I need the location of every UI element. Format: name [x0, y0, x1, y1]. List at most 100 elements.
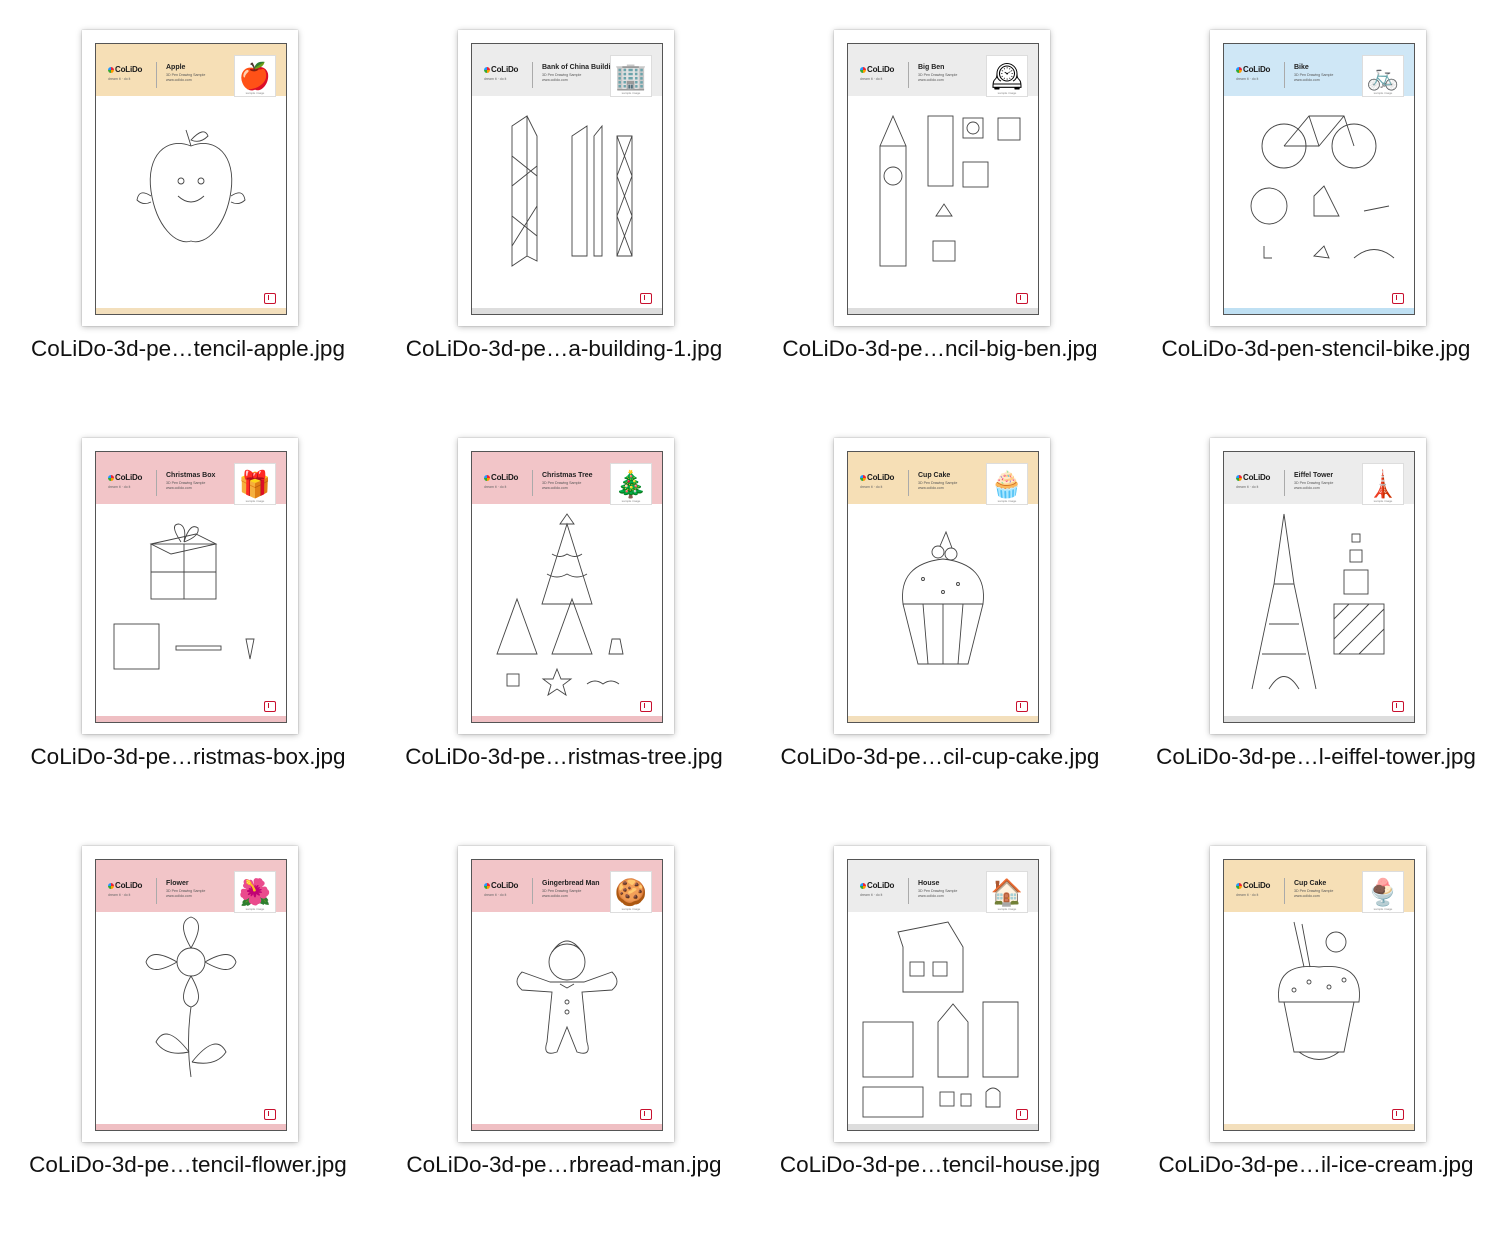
flower-icon: 🌺 sample image	[234, 871, 276, 913]
stencil-subtitle: 3D Pen Drawing Sample www.colido.com	[166, 889, 206, 898]
stencil-outline	[496, 513, 624, 697]
stencil-outline	[516, 940, 618, 1054]
file-thumbnail[interactable]: CoLiDo dream it · do it Eiffel Tower 3D …	[1210, 438, 1426, 734]
header-divider	[908, 470, 909, 496]
file-thumbnail[interactable]: CoLiDo dream it · do it Bank of China Bu…	[458, 30, 674, 326]
file-item[interactable]: CoLiDo dream it · do it House 3D Pen Dra…	[752, 816, 1128, 1224]
file-item[interactable]: CoLiDo dream it · do it Gingerbread Man …	[376, 816, 752, 1224]
colido-logo: CoLiDo	[108, 881, 142, 890]
stencil-outline	[862, 921, 1019, 1118]
stencil-title: Gingerbread Man	[542, 880, 600, 887]
file-name[interactable]: CoLiDo-3d-pe…ristmas-tree.jpg	[376, 744, 752, 770]
stencil-header: CoLiDo dream it · do it Flower 3D Pen Dr…	[96, 860, 286, 913]
stencil-footer	[848, 1124, 1038, 1130]
file-item[interactable]: CoLiDo dream it · do it Eiffel Tower 3D …	[1128, 408, 1504, 816]
clock-tower-icon: 🕰 sample image	[986, 55, 1028, 97]
file-thumbnail[interactable]: CoLiDo dream it · do it Bike 3D Pen Draw…	[1210, 30, 1426, 326]
file-name[interactable]: CoLiDo-3d-pe…ristmas-box.jpg	[0, 744, 376, 770]
colido-logo: CoLiDo	[1236, 65, 1270, 74]
stencil-subtitle: 3D Pen Drawing Sample www.colido.com	[918, 73, 958, 82]
file-name[interactable]: CoLiDo-3d-pe…rbread-man.jpg	[376, 1152, 752, 1178]
gingerbread-man-icon: 🍪 sample image	[610, 871, 652, 913]
file-name[interactable]: CoLiDo-3d-pe…a-building-1.jpg	[376, 336, 752, 362]
gift-box-icon: 🎁 sample image	[234, 463, 276, 505]
file-thumbnail[interactable]: CoLiDo dream it · do it Flower 3D Pen Dr…	[82, 846, 298, 1142]
file-item[interactable]: CoLiDo dream it · do it Christmas Box 3D…	[0, 408, 376, 816]
stencil-header: CoLiDo dream it · do it Eiffel Tower 3D …	[1224, 452, 1414, 505]
file-thumbnail[interactable]: CoLiDo dream it · do it Christmas Tree 3…	[458, 438, 674, 734]
stencil-page: CoLiDo dream it · do it Flower 3D Pen Dr…	[95, 859, 287, 1131]
brand-mark-icon	[1392, 701, 1404, 712]
stencil-title: Apple	[166, 64, 186, 71]
file-item[interactable]: CoLiDo dream it · do it Cup Cake 3D Pen …	[1128, 816, 1504, 1224]
stencil-title: Flower	[166, 880, 189, 887]
file-item[interactable]: CoLiDo dream it · do it Big Ben 3D Pen D…	[752, 0, 1128, 408]
brand-mark-icon	[1016, 293, 1028, 304]
cupcake-icon: 🧁 sample image	[986, 463, 1028, 505]
stencil-title: Bank of China Building	[542, 64, 619, 71]
stencil-page: CoLiDo dream it · do it Christmas Box 3D…	[95, 451, 287, 723]
file-thumbnail[interactable]: CoLiDo dream it · do it House 3D Pen Dra…	[834, 846, 1050, 1142]
file-thumbnail[interactable]: CoLiDo dream it · do it Cup Cake 3D Pen …	[834, 438, 1050, 734]
stencil-drawing	[848, 912, 1038, 1118]
stencil-header: CoLiDo dream it · do it House 3D Pen Dra…	[848, 860, 1038, 913]
logo-tagline: dream it · do it	[1236, 77, 1259, 81]
stencil-page: CoLiDo dream it · do it Gingerbread Man …	[471, 859, 663, 1131]
file-name[interactable]: CoLiDo-3d-pe…cil-cup-cake.jpg	[752, 744, 1128, 770]
stencil-outline	[1251, 513, 1385, 690]
stencil-drawing	[1224, 912, 1414, 1118]
brand-mark-icon	[264, 293, 276, 304]
colido-logo: CoLiDo	[108, 65, 142, 74]
stencil-footer	[96, 308, 286, 314]
stencil-drawing	[96, 96, 286, 302]
stencil-outline	[1278, 921, 1360, 1060]
stencil-page: CoLiDo dream it · do it House 3D Pen Dra…	[847, 859, 1039, 1131]
file-item[interactable]: CoLiDo dream it · do it Christmas Tree 3…	[376, 408, 752, 816]
header-divider	[532, 878, 533, 904]
colido-logo: CoLiDo	[484, 473, 518, 482]
stencil-title: Big Ben	[918, 64, 945, 71]
file-thumbnail[interactable]: CoLiDo dream it · do it Apple 3D Pen Dra…	[82, 30, 298, 326]
house-icon: 🏠 sample image	[986, 871, 1028, 913]
file-item[interactable]: CoLiDo dream it · do it Bank of China Bu…	[376, 0, 752, 408]
file-name[interactable]: CoLiDo-3d-pe…ncil-big-ben.jpg	[752, 336, 1128, 362]
ice-cream-cupcake-icon: 🍨 sample image	[1362, 871, 1404, 913]
file-thumbnail[interactable]: CoLiDo dream it · do it Big Ben 3D Pen D…	[834, 30, 1050, 326]
brand-mark-icon	[1392, 293, 1404, 304]
file-item[interactable]: CoLiDo dream it · do it Flower 3D Pen Dr…	[0, 816, 376, 1224]
file-name[interactable]: CoLiDo-3d-pe…tencil-house.jpg	[752, 1152, 1128, 1178]
stencil-subtitle: 3D Pen Drawing Sample www.colido.com	[1294, 889, 1334, 898]
file-name[interactable]: CoLiDo-3d-pen-stencil-bike.jpg	[1128, 336, 1504, 362]
stencil-subtitle: 3D Pen Drawing Sample www.colido.com	[1294, 481, 1334, 490]
christmas-tree-icon: 🎄 sample image	[610, 463, 652, 505]
file-name[interactable]: CoLiDo-3d-pe…tencil-apple.jpg	[0, 336, 376, 362]
file-thumbnail[interactable]: CoLiDo dream it · do it Gingerbread Man …	[458, 846, 674, 1142]
file-thumbnail[interactable]: CoLiDo dream it · do it Christmas Box 3D…	[82, 438, 298, 734]
stencil-footer	[472, 1124, 662, 1130]
stencil-title: Bike	[1294, 64, 1309, 71]
stencil-drawing	[96, 912, 286, 1118]
file-item[interactable]: CoLiDo dream it · do it Apple 3D Pen Dra…	[0, 0, 376, 408]
header-divider	[1284, 878, 1285, 904]
header-divider	[532, 62, 533, 88]
file-item[interactable]: CoLiDo dream it · do it Cup Cake 3D Pen …	[752, 408, 1128, 816]
header-divider	[1284, 470, 1285, 496]
stencil-subtitle: 3D Pen Drawing Sample www.colido.com	[918, 889, 958, 898]
file-name[interactable]: CoLiDo-3d-pe…l-eiffel-tower.jpg	[1128, 744, 1504, 770]
file-name[interactable]: CoLiDo-3d-pe…tencil-flower.jpg	[0, 1152, 376, 1178]
stencil-title: Cup Cake	[918, 472, 951, 479]
stencil-footer	[472, 308, 662, 314]
file-thumbnail[interactable]: CoLiDo dream it · do it Cup Cake 3D Pen …	[1210, 846, 1426, 1142]
stencil-drawing	[1224, 96, 1414, 302]
logo-tagline: dream it · do it	[1236, 893, 1259, 897]
logo-tagline: dream it · do it	[860, 77, 883, 81]
logo-tagline: dream it · do it	[1236, 485, 1259, 489]
stencil-outline	[902, 530, 984, 665]
file-item[interactable]: CoLiDo dream it · do it Bike 3D Pen Draw…	[1128, 0, 1504, 408]
bicycle-icon: 🚲 sample image	[1362, 55, 1404, 97]
brand-mark-icon	[640, 1109, 652, 1120]
file-grid: CoLiDo dream it · do it Apple 3D Pen Dra…	[0, 0, 1510, 1248]
file-name[interactable]: CoLiDo-3d-pe…il-ice-cream.jpg	[1128, 1152, 1504, 1178]
brand-mark-icon	[640, 293, 652, 304]
logo-tagline: dream it · do it	[860, 485, 883, 489]
